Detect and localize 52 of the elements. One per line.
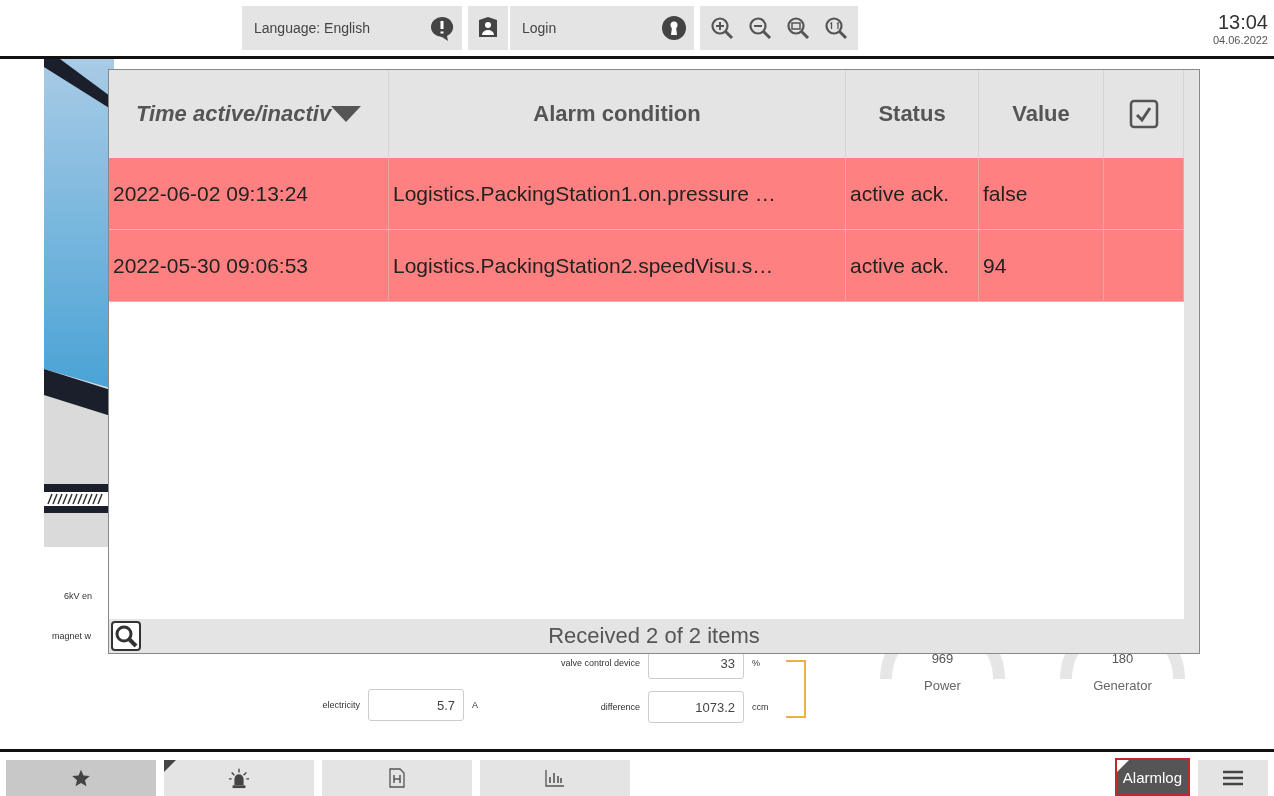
- gauge-label: Power: [924, 678, 961, 693]
- process-label: magnet w: [52, 631, 92, 641]
- condition-cell: Logistics.PackingStation2.speedVisu.s…: [389, 230, 846, 302]
- time-cell: 2022-06-02 09:13:24: [109, 158, 389, 230]
- clock-time: 13:04: [1217, 10, 1268, 34]
- unit-label: ccm: [752, 702, 770, 712]
- scrollbar[interactable]: [1184, 70, 1199, 619]
- zoom-fit-icon: [786, 16, 810, 40]
- sort-descending-icon: [331, 106, 362, 122]
- status-cell: active ack.: [846, 230, 979, 302]
- value-field: 1073.2: [648, 691, 744, 723]
- acknowledge-checkbox-icon[interactable]: [1128, 99, 1159, 129]
- user-shield-icon: [477, 16, 499, 40]
- time-cell: 2022-05-30 09:06:53: [109, 230, 389, 302]
- corner-marker-icon: [164, 760, 176, 772]
- zoom-in-icon: [710, 16, 734, 40]
- document-icon: [389, 768, 405, 788]
- star-icon: [71, 768, 91, 788]
- field-label: difference: [599, 702, 640, 712]
- value-field: 5.7: [368, 689, 464, 721]
- exclamation-bubble-icon: [429, 15, 455, 41]
- gauge-value: 180: [1111, 651, 1134, 666]
- column-header[interactable]: Alarm condition: [389, 70, 846, 158]
- nav-button[interactable]: [164, 760, 314, 796]
- column-header[interactable]: Status: [846, 70, 979, 158]
- condition-cell: Logistics.PackingStation1.on.pressure …: [389, 158, 846, 230]
- search-icon: [111, 621, 141, 651]
- menu-button[interactable]: [1198, 760, 1268, 796]
- zoom-reset-icon: [824, 16, 848, 40]
- value-cell: false: [979, 158, 1104, 230]
- alarmlog-button[interactable]: Alarmlog: [1114, 758, 1190, 796]
- status-cell: active ack.: [846, 158, 979, 230]
- unit-label: %: [752, 658, 761, 668]
- unit-label: A: [472, 700, 479, 710]
- gauge-value: 969: [931, 651, 954, 666]
- field-label: valve control device: [559, 658, 640, 668]
- gauge-label: Generator: [1093, 678, 1152, 693]
- item-count-text: Received 2 of 2 items: [547, 623, 761, 649]
- column-header[interactable]: Time active/inactiv: [109, 70, 389, 158]
- zoom-out-icon: [748, 16, 772, 40]
- clock-date: 04.06.2022: [1212, 33, 1268, 46]
- keyhole-icon: [661, 15, 687, 41]
- menu-icon: [1223, 770, 1243, 786]
- process-label: 6kV en: [64, 591, 93, 601]
- search-button[interactable]: [109, 621, 143, 651]
- bar-chart-icon: [545, 769, 565, 787]
- connector-bracket-drawing: [786, 660, 806, 718]
- alarm-light-icon: [228, 767, 250, 789]
- value-cell: 94: [979, 230, 1104, 302]
- corner-marker-icon: [1116, 760, 1129, 772]
- column-header[interactable]: Value: [979, 70, 1104, 158]
- field-label: electricity: [321, 700, 360, 710]
